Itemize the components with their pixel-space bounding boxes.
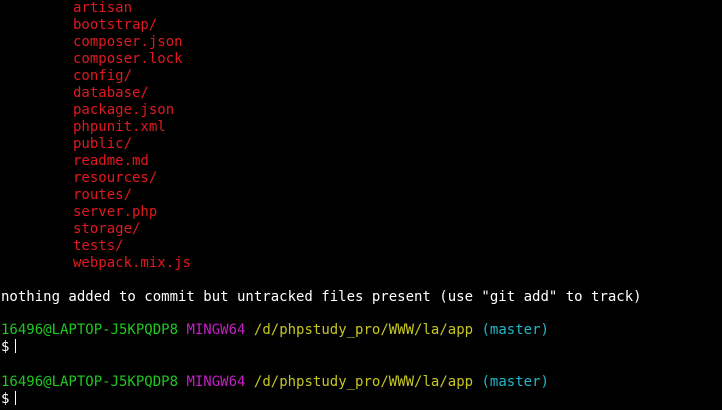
untracked-file: package.json <box>73 102 175 118</box>
prompt-branch: (master) <box>481 374 549 390</box>
terminal-window[interactable]: artisan bootstrap/ composer.json compose… <box>0 0 722 410</box>
untracked-file: artisan <box>73 0 133 16</box>
untracked-file: tests/ <box>73 238 124 254</box>
untracked-file: server.php <box>73 204 158 220</box>
command-input-line[interactable]: $ <box>1 391 17 408</box>
command-input-line[interactable]: $ <box>1 339 17 356</box>
prompt-user-host: 16496@LAPTOP-J5KPQDP8 <box>1 374 179 390</box>
prompt-system: MINGW64 <box>186 322 246 338</box>
untracked-file: readme.md <box>73 153 149 169</box>
prompt-symbol: $ <box>1 339 10 355</box>
prompt-branch: (master) <box>481 322 549 338</box>
untracked-file: composer.lock <box>73 51 183 67</box>
prompt-symbol: $ <box>1 391 10 407</box>
git-status-message: nothing added to commit but untracked fi… <box>1 289 642 305</box>
text-cursor <box>15 339 17 353</box>
untracked-file: composer.json <box>73 34 183 50</box>
prompt-path: /d/phpstudy_pro/WWW/la/app <box>253 374 474 390</box>
untracked-file: public/ <box>73 136 133 152</box>
untracked-file: config/ <box>73 68 133 84</box>
untracked-file: resources/ <box>73 170 158 186</box>
untracked-file: phpunit.xml <box>73 119 166 135</box>
prompt-path: /d/phpstudy_pro/WWW/la/app <box>253 322 474 338</box>
shell-prompt: 16496@LAPTOP-J5KPQDP8 MINGW64 /d/phpstud… <box>1 374 549 391</box>
untracked-file: bootstrap/ <box>73 17 158 33</box>
untracked-file: database/ <box>73 85 149 101</box>
text-cursor <box>15 391 17 405</box>
prompt-user-host: 16496@LAPTOP-J5KPQDP8 <box>1 322 179 338</box>
untracked-file: routes/ <box>73 187 133 203</box>
prompt-system: MINGW64 <box>186 374 246 390</box>
untracked-file: webpack.mix.js <box>73 255 192 271</box>
shell-prompt: 16496@LAPTOP-J5KPQDP8 MINGW64 /d/phpstud… <box>1 322 549 339</box>
untracked-file: storage/ <box>73 221 141 237</box>
